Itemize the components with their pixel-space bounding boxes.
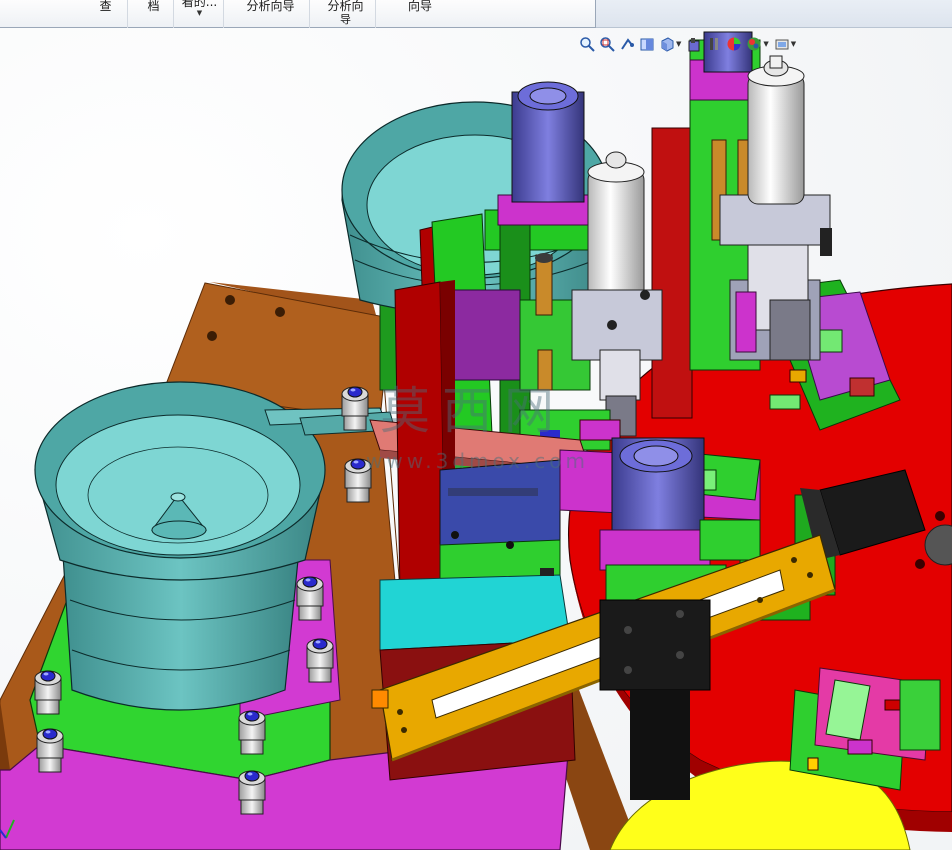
ribbon-button-label: 向导 <box>407 0 432 13</box>
ribbon-button-label: 分析向导 <box>246 0 295 13</box>
dropdown-arrow-icon[interactable]: ▼ <box>176 9 223 17</box>
dropdown-arrow-icon[interactable]: ▼ <box>676 40 681 48</box>
ribbon-button-4[interactable]: 分析向导 <box>232 0 310 28</box>
ribbon-button-3[interactable]: 看的... ▼ <box>176 0 224 28</box>
ribbon-button-label-line2: 导 <box>340 13 351 26</box>
ribbon-button-label: 分析向 <box>327 0 364 13</box>
hide-show-items-icon[interactable] <box>705 35 723 53</box>
zoom-to-area-icon[interactable] <box>598 35 616 53</box>
ribbon-button-5[interactable]: 分析向 导 <box>316 0 376 28</box>
view-settings-icon[interactable] <box>773 35 791 53</box>
ribbon-button-6[interactable]: 向导 <box>384 0 456 28</box>
ribbon-button-2[interactable]: 档 <box>134 0 174 28</box>
dropdown-arrow-icon[interactable]: ▼ <box>791 40 796 48</box>
ribbon-empty-area <box>596 0 952 28</box>
apply-scene-icon[interactable] <box>745 35 763 53</box>
ribbon-button-1[interactable]: 查 <box>84 0 128 28</box>
ribbon-button-label: 看的... <box>181 0 218 9</box>
dropdown-arrow-icon[interactable]: ▼ <box>763 40 768 48</box>
display-style-icon[interactable] <box>685 35 703 53</box>
graphics-area[interactable] <box>0 28 952 850</box>
ribbon-button-label: 查 <box>99 0 112 13</box>
command-manager-ribbon: 查 档 看的... ▼ 分析向导 分析向 导 向导 <box>0 0 596 28</box>
previous-view-icon[interactable] <box>618 35 636 53</box>
heads-up-view-toolbar: ▼ ▼ ▼ <box>578 34 798 54</box>
edit-appearance-icon[interactable] <box>725 35 743 53</box>
section-view-icon[interactable] <box>638 35 656 53</box>
ribbon-button-label: 档 <box>147 0 160 13</box>
view-orientation-icon[interactable] <box>658 35 676 53</box>
zoom-to-fit-icon[interactable] <box>578 35 596 53</box>
